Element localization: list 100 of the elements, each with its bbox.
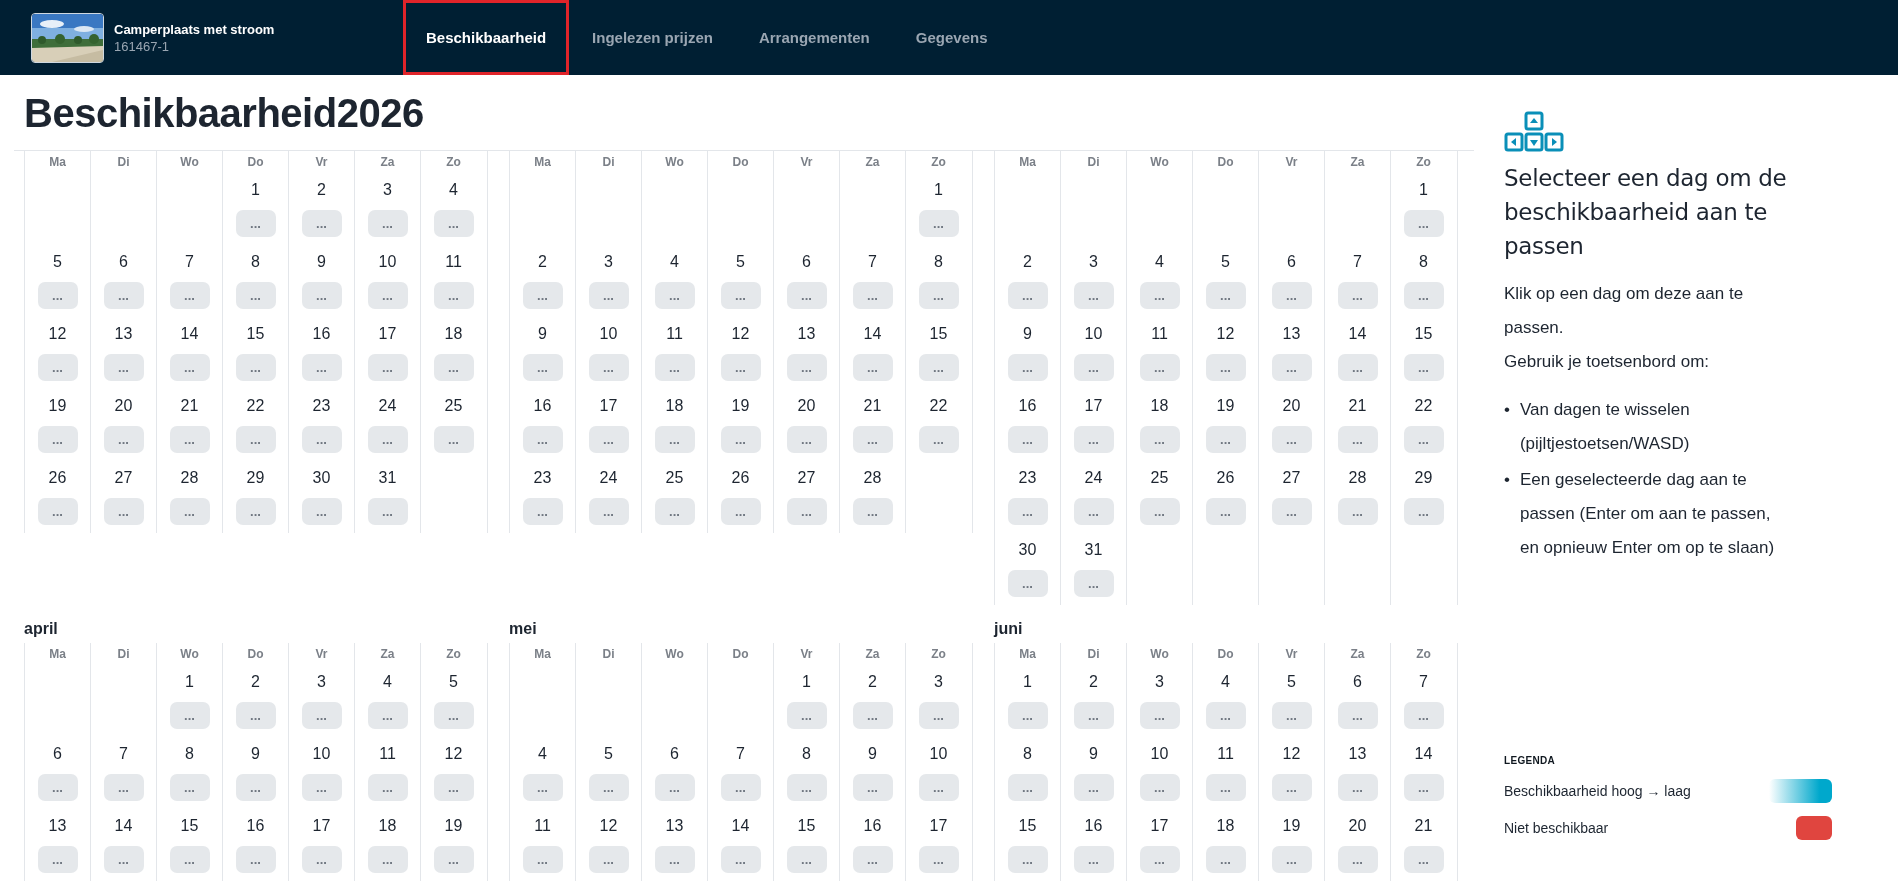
day-availability-button[interactable]: ...	[1073, 846, 1114, 873]
day-availability-button[interactable]: ...	[1139, 774, 1180, 801]
day-availability-button[interactable]: ...	[1139, 498, 1180, 525]
day-availability-button[interactable]: ...	[1073, 282, 1114, 309]
day-availability-button[interactable]: ...	[720, 498, 761, 525]
day-availability-button[interactable]: ...	[522, 426, 563, 453]
day-availability-button[interactable]: ...	[367, 426, 408, 453]
day-availability-button[interactable]: ...	[1271, 702, 1312, 729]
day-availability-button[interactable]: ...	[169, 354, 210, 381]
day-availability-button[interactable]: ...	[235, 774, 276, 801]
day-availability-button[interactable]: ...	[654, 774, 695, 801]
day-availability-button[interactable]: ...	[301, 426, 342, 453]
day-availability-button[interactable]: ...	[918, 210, 959, 237]
day-availability-button[interactable]: ...	[1205, 702, 1246, 729]
day-availability-button[interactable]: ...	[1205, 426, 1246, 453]
day-availability-button[interactable]: ...	[720, 846, 761, 873]
day-availability-button[interactable]: ...	[1403, 702, 1444, 729]
day-availability-button[interactable]: ...	[1007, 570, 1048, 597]
day-availability-button[interactable]: ...	[786, 354, 827, 381]
day-availability-button[interactable]: ...	[367, 702, 408, 729]
day-availability-button[interactable]: ...	[918, 282, 959, 309]
day-availability-button[interactable]: ...	[588, 774, 629, 801]
day-availability-button[interactable]: ...	[522, 774, 563, 801]
day-availability-button[interactable]: ...	[1403, 354, 1444, 381]
day-availability-button[interactable]: ...	[37, 282, 78, 309]
day-availability-button[interactable]: ...	[522, 354, 563, 381]
nav-tab[interactable]: Gegevens	[892, 0, 1011, 75]
day-availability-button[interactable]: ...	[1007, 426, 1048, 453]
day-availability-button[interactable]: ...	[235, 426, 276, 453]
day-availability-button[interactable]: ...	[103, 354, 144, 381]
day-availability-button[interactable]: ...	[1139, 426, 1180, 453]
day-availability-button[interactable]: ...	[1337, 846, 1378, 873]
day-availability-button[interactable]: ...	[786, 774, 827, 801]
day-availability-button[interactable]: ...	[169, 702, 210, 729]
day-availability-button[interactable]: ...	[1337, 498, 1378, 525]
day-availability-button[interactable]: ...	[37, 846, 78, 873]
day-availability-button[interactable]: ...	[103, 282, 144, 309]
day-availability-button[interactable]: ...	[852, 498, 893, 525]
day-availability-button[interactable]: ...	[1403, 210, 1444, 237]
day-availability-button[interactable]: ...	[852, 282, 893, 309]
nav-tab[interactable]: Ingelezen prijzen	[569, 0, 736, 75]
day-availability-button[interactable]: ...	[1073, 498, 1114, 525]
day-availability-button[interactable]: ...	[786, 702, 827, 729]
day-availability-button[interactable]: ...	[1007, 846, 1048, 873]
day-availability-button[interactable]: ...	[1337, 426, 1378, 453]
day-availability-button[interactable]: ...	[235, 210, 276, 237]
day-availability-button[interactable]: ...	[301, 498, 342, 525]
day-availability-button[interactable]: ...	[786, 846, 827, 873]
day-availability-button[interactable]: ...	[1337, 282, 1378, 309]
nav-tab[interactable]: Arrangementen	[735, 0, 893, 75]
day-availability-button[interactable]: ...	[1205, 774, 1246, 801]
day-availability-button[interactable]: ...	[1337, 354, 1378, 381]
day-availability-button[interactable]: ...	[1205, 846, 1246, 873]
day-availability-button[interactable]: ...	[1205, 498, 1246, 525]
day-availability-button[interactable]: ...	[367, 210, 408, 237]
day-availability-button[interactable]: ...	[367, 846, 408, 873]
day-availability-button[interactable]: ...	[367, 354, 408, 381]
day-availability-button[interactable]: ...	[103, 498, 144, 525]
day-availability-button[interactable]: ...	[301, 354, 342, 381]
day-availability-button[interactable]: ...	[1007, 498, 1048, 525]
day-availability-button[interactable]: ...	[433, 426, 474, 453]
day-availability-button[interactable]: ...	[720, 282, 761, 309]
day-availability-button[interactable]: ...	[1139, 846, 1180, 873]
nav-tab[interactable]: Beschikbaarheid	[403, 0, 570, 75]
day-availability-button[interactable]: ...	[1007, 702, 1048, 729]
day-availability-button[interactable]: ...	[522, 282, 563, 309]
day-availability-button[interactable]: ...	[1073, 774, 1114, 801]
day-availability-button[interactable]: ...	[169, 282, 210, 309]
day-availability-button[interactable]: ...	[1271, 354, 1312, 381]
day-availability-button[interactable]: ...	[918, 846, 959, 873]
day-availability-button[interactable]: ...	[301, 702, 342, 729]
day-availability-button[interactable]: ...	[1007, 354, 1048, 381]
day-availability-button[interactable]: ...	[1271, 282, 1312, 309]
day-availability-button[interactable]: ...	[852, 774, 893, 801]
day-availability-button[interactable]: ...	[654, 282, 695, 309]
day-availability-button[interactable]: ...	[433, 354, 474, 381]
day-availability-button[interactable]: ...	[852, 354, 893, 381]
day-availability-button[interactable]: ...	[1403, 774, 1444, 801]
day-availability-button[interactable]: ...	[1007, 774, 1048, 801]
day-availability-button[interactable]: ...	[1139, 702, 1180, 729]
day-availability-button[interactable]: ...	[367, 282, 408, 309]
day-availability-button[interactable]: ...	[1271, 774, 1312, 801]
day-availability-button[interactable]: ...	[522, 498, 563, 525]
day-availability-button[interactable]: ...	[103, 846, 144, 873]
day-availability-button[interactable]: ...	[103, 774, 144, 801]
day-availability-button[interactable]: ...	[433, 702, 474, 729]
day-availability-button[interactable]: ...	[37, 426, 78, 453]
day-availability-button[interactable]: ...	[852, 426, 893, 453]
day-availability-button[interactable]: ...	[1403, 426, 1444, 453]
day-availability-button[interactable]: ...	[367, 774, 408, 801]
day-availability-button[interactable]: ...	[1403, 498, 1444, 525]
day-availability-button[interactable]: ...	[720, 774, 761, 801]
day-availability-button[interactable]: ...	[1403, 846, 1444, 873]
day-availability-button[interactable]: ...	[169, 846, 210, 873]
day-availability-button[interactable]: ...	[918, 426, 959, 453]
day-availability-button[interactable]: ...	[367, 498, 408, 525]
day-availability-button[interactable]: ...	[169, 498, 210, 525]
day-availability-button[interactable]: ...	[301, 774, 342, 801]
day-availability-button[interactable]: ...	[301, 210, 342, 237]
day-availability-button[interactable]: ...	[1073, 702, 1114, 729]
